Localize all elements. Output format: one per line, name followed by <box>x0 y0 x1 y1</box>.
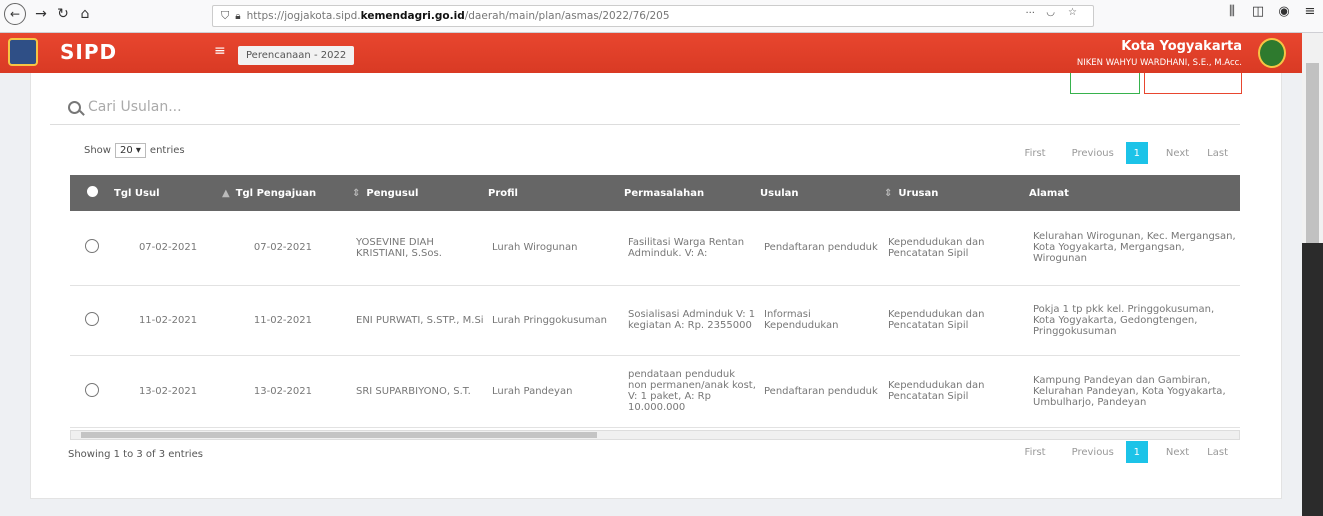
last-link[interactable]: Last <box>1207 148 1228 159</box>
first-link[interactable]: First <box>1025 447 1046 458</box>
red-action-button[interactable] <box>1144 73 1242 94</box>
pagination-top: First Previous 1 Next Last <box>1007 142 1228 164</box>
cell-permasalahan: Fasilitasi Warga Rentan Adminduk. V: A: <box>624 211 760 286</box>
search-input[interactable] <box>86 98 490 116</box>
app-header: SIPD ≡ Perencanaan - 2022 Kota Yogyakart… <box>0 33 1302 73</box>
page-1-button[interactable]: 1 <box>1125 441 1148 463</box>
table-row[interactable]: 11-02-2021 11-02-2021 ENI PURWATI, S.STP… <box>70 285 1240 356</box>
first-link[interactable]: First <box>1025 148 1046 159</box>
url-text[interactable]: https://jogjakota.sipd.kemendagri.go.id/… <box>247 10 670 22</box>
previous-link[interactable]: Previous <box>1072 447 1114 458</box>
cell-pengusul: YOSEVINE DIAH KRISTIANI, S.Sos. <box>352 211 488 286</box>
cell-tgl-usul: 13-02-2021 <box>114 355 222 428</box>
forward-icon[interactable]: → <box>30 3 52 25</box>
user-name[interactable]: NIKEN WAHYU WARDHANI, S.E., M.Acc. <box>1077 58 1242 68</box>
cell-alamat: Pokja 1 tp pkk kel. Pringgokusuman, Kota… <box>1029 285 1240 356</box>
cell-profil: Lurah Pandeyan <box>488 355 624 428</box>
cell-urusan: Kependudukan dan Pencatatan Sipil <box>884 355 1029 428</box>
cell-usulan: Pendaftaran penduduk <box>760 355 884 428</box>
reload-icon[interactable]: ↻ <box>52 3 74 25</box>
cell-pengusul: ENI PURWATI, S.STP., M.Si <box>352 285 488 356</box>
cell-permasalahan: pendataan penduduk non permanen/anak kos… <box>624 355 760 428</box>
cell-tgl-pengajuan: 13-02-2021 <box>222 355 352 428</box>
cell-alamat: Kelurahan Wirogunan, Kec. Mergangsan, Ko… <box>1029 211 1240 286</box>
browser-toolbar: ← → ↻ ⌂ ⛉ 🔒︎ https://jogjakota.sipd.keme… <box>0 0 1323 33</box>
shield-icon[interactable]: ⛉ <box>221 9 229 23</box>
select-all-radio[interactable] <box>70 175 114 211</box>
page-scrollbar[interactable] <box>1302 33 1323 516</box>
cell-pengusul: SRI SUPARBIYONO, S.T. <box>352 355 488 428</box>
table-header-row: Tgl Usul ▲ Tgl Pengajuan ⇕ Pengusul Profil… <box>70 175 1240 211</box>
pocket-icon[interactable]: ◡ <box>1046 7 1055 18</box>
next-link[interactable]: Next <box>1166 447 1189 458</box>
cell-alamat: Kampung Pandeyan dan Gambiran, Kelurahan… <box>1029 355 1240 428</box>
usulan-table: Tgl Usul ▲ Tgl Pengajuan ⇕ Pengusul Profil… <box>70 175 1240 428</box>
cell-urusan: Kependudukan dan Pencatatan Sipil <box>884 211 1029 286</box>
cell-urusan: Kependudukan dan Pencatatan Sipil <box>884 285 1029 356</box>
page-1-button[interactable]: 1 <box>1125 142 1148 164</box>
sipd-logo[interactable] <box>8 38 38 66</box>
menu-icon[interactable]: ≡ <box>1297 4 1323 19</box>
col-alamat[interactable]: Alamat <box>1029 175 1240 211</box>
pagination-bottom: First Previous 1 Next Last <box>1007 441 1228 463</box>
scrollbar-thumb[interactable] <box>1306 63 1319 243</box>
col-tgl-usul[interactable]: Tgl Usul <box>114 175 222 211</box>
lock-icon: 🔒︎ <box>235 10 241 22</box>
col-permasalahan[interactable]: Permasalahan <box>624 175 760 211</box>
cell-tgl-pengajuan: 07-02-2021 <box>222 211 352 286</box>
cell-profil: Lurah Pringgokusuman <box>488 285 624 356</box>
search-bar <box>50 92 1240 125</box>
brand-title[interactable]: SIPD <box>60 40 117 64</box>
city-name: Kota Yogyakarta <box>1121 39 1242 54</box>
home-icon[interactable]: ⌂ <box>74 3 96 25</box>
search-icon <box>68 101 81 114</box>
more-icon[interactable]: ··· <box>1025 8 1035 19</box>
scrollbar-track-dark <box>1302 243 1323 516</box>
next-link[interactable]: Next <box>1166 148 1189 159</box>
table-row[interactable]: 07-02-2021 07-02-2021 YOSEVINE DIAH KRIS… <box>70 211 1240 286</box>
hscroll-thumb[interactable] <box>81 432 597 438</box>
cell-tgl-pengajuan: 11-02-2021 <box>222 285 352 356</box>
col-profil[interactable]: Profil <box>488 175 624 211</box>
city-seal <box>1258 38 1286 68</box>
col-tgl-pengajuan[interactable]: ▲ Tgl Pengajuan <box>222 175 352 211</box>
cell-permasalahan: Sosialisasi Adminduk V: 1 kegiatan A: Rp… <box>624 285 760 356</box>
row-radio[interactable] <box>70 355 114 428</box>
col-usulan[interactable]: Usulan <box>760 175 884 211</box>
menu-perencanaan[interactable]: Perencanaan - 2022 <box>238 46 355 65</box>
previous-link[interactable]: Previous <box>1072 148 1114 159</box>
row-radio[interactable] <box>70 211 114 286</box>
table-hscrollbar[interactable] <box>70 430 1240 440</box>
col-urusan[interactable]: ⇕ Urusan <box>884 175 1029 211</box>
show-label: Show <box>84 145 111 156</box>
hamburger-icon[interactable]: ≡ <box>214 43 226 59</box>
sidebar-icon[interactable]: ◫ <box>1245 4 1271 19</box>
last-link[interactable]: Last <box>1207 447 1228 458</box>
cell-tgl-usul: 07-02-2021 <box>114 211 222 286</box>
address-bar[interactable]: ⛉ 🔒︎ https://jogjakota.sipd.kemendagri.g… <box>212 5 1094 27</box>
account-icon[interactable]: ◉ <box>1271 4 1297 19</box>
col-pengusul[interactable]: ⇕ Pengusul <box>352 175 488 211</box>
cell-usulan: Informasi Kependudukan <box>760 285 884 356</box>
table-row[interactable]: 13-02-2021 13-02-2021 SRI SUPARBIYONO, S… <box>70 355 1240 428</box>
cell-profil: Lurah Wirogunan <box>488 211 624 286</box>
entries-label: entries <box>149 145 185 156</box>
entries-select[interactable]: 20 ▾ <box>114 143 146 158</box>
row-radio[interactable] <box>70 285 114 356</box>
back-icon[interactable]: ← <box>4 3 26 25</box>
cell-tgl-usul: 11-02-2021 <box>114 285 222 356</box>
show-entries: Show 20 ▾ entries <box>84 143 185 158</box>
cell-usulan: Pendaftaran penduduk <box>760 211 884 286</box>
browser-tools: ⫼ ◫ ◉ ≡ <box>1219 4 1323 19</box>
library-icon[interactable]: ⫼ <box>1219 4 1245 19</box>
green-action-button[interactable] <box>1070 73 1140 94</box>
entries-info: Showing 1 to 3 of 3 entries <box>68 449 203 460</box>
bookmark-star-icon[interactable]: ☆ <box>1068 7 1077 18</box>
